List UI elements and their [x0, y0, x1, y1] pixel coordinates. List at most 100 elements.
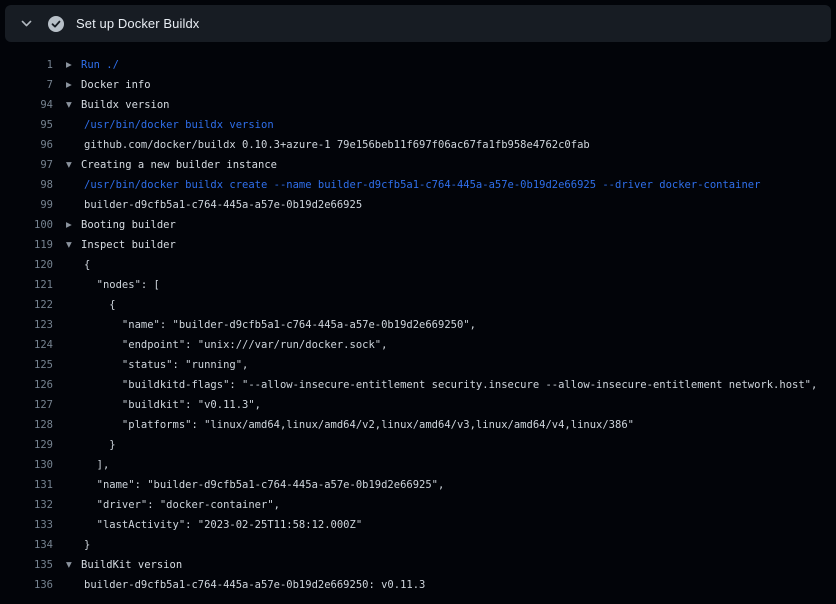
line-number[interactable]: 133	[0, 515, 53, 535]
log-output-text: {	[53, 295, 116, 315]
line-number[interactable]: 7	[0, 75, 53, 95]
log-group-toggle[interactable]: ▼Buildx version	[53, 95, 170, 115]
log-output-text: github.com/docker/buildx 0.10.3+azure-1 …	[53, 135, 590, 155]
line-number[interactable]: 122	[0, 295, 53, 315]
log-line: 1▶Run ./	[0, 55, 836, 75]
log-line: 97▼Creating a new builder instance	[0, 155, 836, 175]
log-group-toggle[interactable]: ▶Docker info	[53, 75, 151, 95]
log-area: 1▶Run ./7▶Docker info94▼Buildx version95…	[0, 55, 836, 604]
line-number[interactable]: 126	[0, 375, 53, 395]
line-number[interactable]: 134	[0, 535, 53, 555]
line-number[interactable]: 132	[0, 495, 53, 515]
log-output-text: builder-d9cfb5a1-c764-445a-a57e-0b19d2e6…	[53, 575, 425, 595]
log-output-text: "status": "running",	[53, 355, 248, 375]
step-header[interactable]: Set up Docker Buildx	[5, 5, 831, 42]
log-line: 136builder-d9cfb5a1-c764-445a-a57e-0b19d…	[0, 575, 836, 595]
log-output-text: "buildkitd-flags": "--allow-insecure-ent…	[53, 375, 817, 395]
caret-down-icon[interactable]: ▼	[66, 155, 81, 175]
log-output-text: {	[53, 255, 90, 275]
log-group-label[interactable]: Docker info	[81, 79, 151, 91]
log-group-label[interactable]: Buildx version	[81, 99, 170, 111]
log-group-label[interactable]: BuildKit version	[81, 559, 182, 571]
log-output-text: "platforms": "linux/amd64,linux/amd64/v2…	[53, 415, 634, 435]
caret-right-icon[interactable]: ▶	[66, 75, 81, 95]
step-title: Set up Docker Buildx	[76, 16, 199, 31]
log-group-toggle[interactable]: ▼Inspect builder	[53, 235, 176, 255]
check-circle-icon	[48, 16, 64, 32]
line-number[interactable]: 97	[0, 155, 53, 175]
log-command-text: /usr/bin/docker buildx version	[53, 115, 274, 135]
log-line: 95/usr/bin/docker buildx version	[0, 115, 836, 135]
log-output-text: "buildkit": "v0.11.3",	[53, 395, 261, 415]
log-line: 122 {	[0, 295, 836, 315]
line-number[interactable]: 131	[0, 475, 53, 495]
log-line: 126 "buildkitd-flags": "--allow-insecure…	[0, 375, 836, 395]
line-number[interactable]: 130	[0, 455, 53, 475]
log-line: 128 "platforms": "linux/amd64,linux/amd6…	[0, 415, 836, 435]
log-line: 123 "name": "builder-d9cfb5a1-c764-445a-…	[0, 315, 836, 335]
line-number[interactable]: 129	[0, 435, 53, 455]
log-line: 100▶Booting builder	[0, 215, 836, 235]
line-number[interactable]: 99	[0, 195, 53, 215]
log-group-label[interactable]: Booting builder	[81, 219, 176, 231]
caret-right-icon[interactable]: ▶	[66, 215, 81, 235]
log-line: 130 ],	[0, 455, 836, 475]
log-line: 96github.com/docker/buildx 0.10.3+azure-…	[0, 135, 836, 155]
caret-down-icon[interactable]: ▼	[66, 235, 81, 255]
log-output-text: "nodes": [	[53, 275, 160, 295]
line-number[interactable]: 125	[0, 355, 53, 375]
log-line: 124 "endpoint": "unix:///var/run/docker.…	[0, 335, 836, 355]
log-output-text: builder-d9cfb5a1-c764-445a-a57e-0b19d2e6…	[53, 195, 362, 215]
caret-down-icon[interactable]: ▼	[66, 555, 81, 575]
log-output-text: }	[53, 435, 116, 455]
log-line: 127 "buildkit": "v0.11.3",	[0, 395, 836, 415]
line-number[interactable]: 135	[0, 555, 53, 575]
log-line: 134}	[0, 535, 836, 555]
line-number[interactable]: 98	[0, 175, 53, 195]
line-number[interactable]: 1	[0, 55, 53, 75]
line-number[interactable]: 100	[0, 215, 53, 235]
line-number[interactable]: 124	[0, 335, 53, 355]
line-number[interactable]: 119	[0, 235, 53, 255]
log-line: 121 "nodes": [	[0, 275, 836, 295]
log-group-label[interactable]: Run ./	[81, 59, 119, 71]
log-command-text: /usr/bin/docker buildx create --name bui…	[53, 175, 760, 195]
log-output-text: "driver": "docker-container",	[53, 495, 280, 515]
line-number[interactable]: 136	[0, 575, 53, 595]
log-output-text: "name": "builder-d9cfb5a1-c764-445a-a57e…	[53, 315, 476, 335]
log-line: 131 "name": "builder-d9cfb5a1-c764-445a-…	[0, 475, 836, 495]
log-output-text: }	[53, 535, 90, 555]
log-group-toggle[interactable]: ▼Creating a new builder instance	[53, 155, 277, 175]
log-line: 94▼Buildx version	[0, 95, 836, 115]
log-line: 120{	[0, 255, 836, 275]
log-group-toggle[interactable]: ▶Run ./	[53, 55, 119, 75]
log-line: 135▼BuildKit version	[0, 555, 836, 575]
line-number[interactable]: 96	[0, 135, 53, 155]
line-number[interactable]: 120	[0, 255, 53, 275]
log-group-toggle[interactable]: ▼BuildKit version	[53, 555, 182, 575]
log-line: 7▶Docker info	[0, 75, 836, 95]
log-output-text: "lastActivity": "2023-02-25T11:58:12.000…	[53, 515, 362, 535]
log-line: 132 "driver": "docker-container",	[0, 495, 836, 515]
log-output-text: ],	[53, 455, 109, 475]
caret-down-icon[interactable]: ▼	[66, 95, 81, 115]
log-line: 125 "status": "running",	[0, 355, 836, 375]
chevron-down-icon[interactable]	[19, 17, 33, 31]
line-number[interactable]: 121	[0, 275, 53, 295]
line-number[interactable]: 94	[0, 95, 53, 115]
log-line: 133 "lastActivity": "2023-02-25T11:58:12…	[0, 515, 836, 535]
log-output-text: "endpoint": "unix:///var/run/docker.sock…	[53, 335, 387, 355]
log-line: 99builder-d9cfb5a1-c764-445a-a57e-0b19d2…	[0, 195, 836, 215]
line-number[interactable]: 127	[0, 395, 53, 415]
caret-right-icon[interactable]: ▶	[66, 55, 81, 75]
log-group-label[interactable]: Inspect builder	[81, 239, 176, 251]
log-output-text: "name": "builder-d9cfb5a1-c764-445a-a57e…	[53, 475, 444, 495]
log-line: 119▼Inspect builder	[0, 235, 836, 255]
log-line: 98/usr/bin/docker buildx create --name b…	[0, 175, 836, 195]
line-number[interactable]: 95	[0, 115, 53, 135]
log-group-toggle[interactable]: ▶Booting builder	[53, 215, 176, 235]
log-group-label[interactable]: Creating a new builder instance	[81, 159, 277, 171]
line-number[interactable]: 123	[0, 315, 53, 335]
line-number[interactable]: 128	[0, 415, 53, 435]
log-line: 129 }	[0, 435, 836, 455]
